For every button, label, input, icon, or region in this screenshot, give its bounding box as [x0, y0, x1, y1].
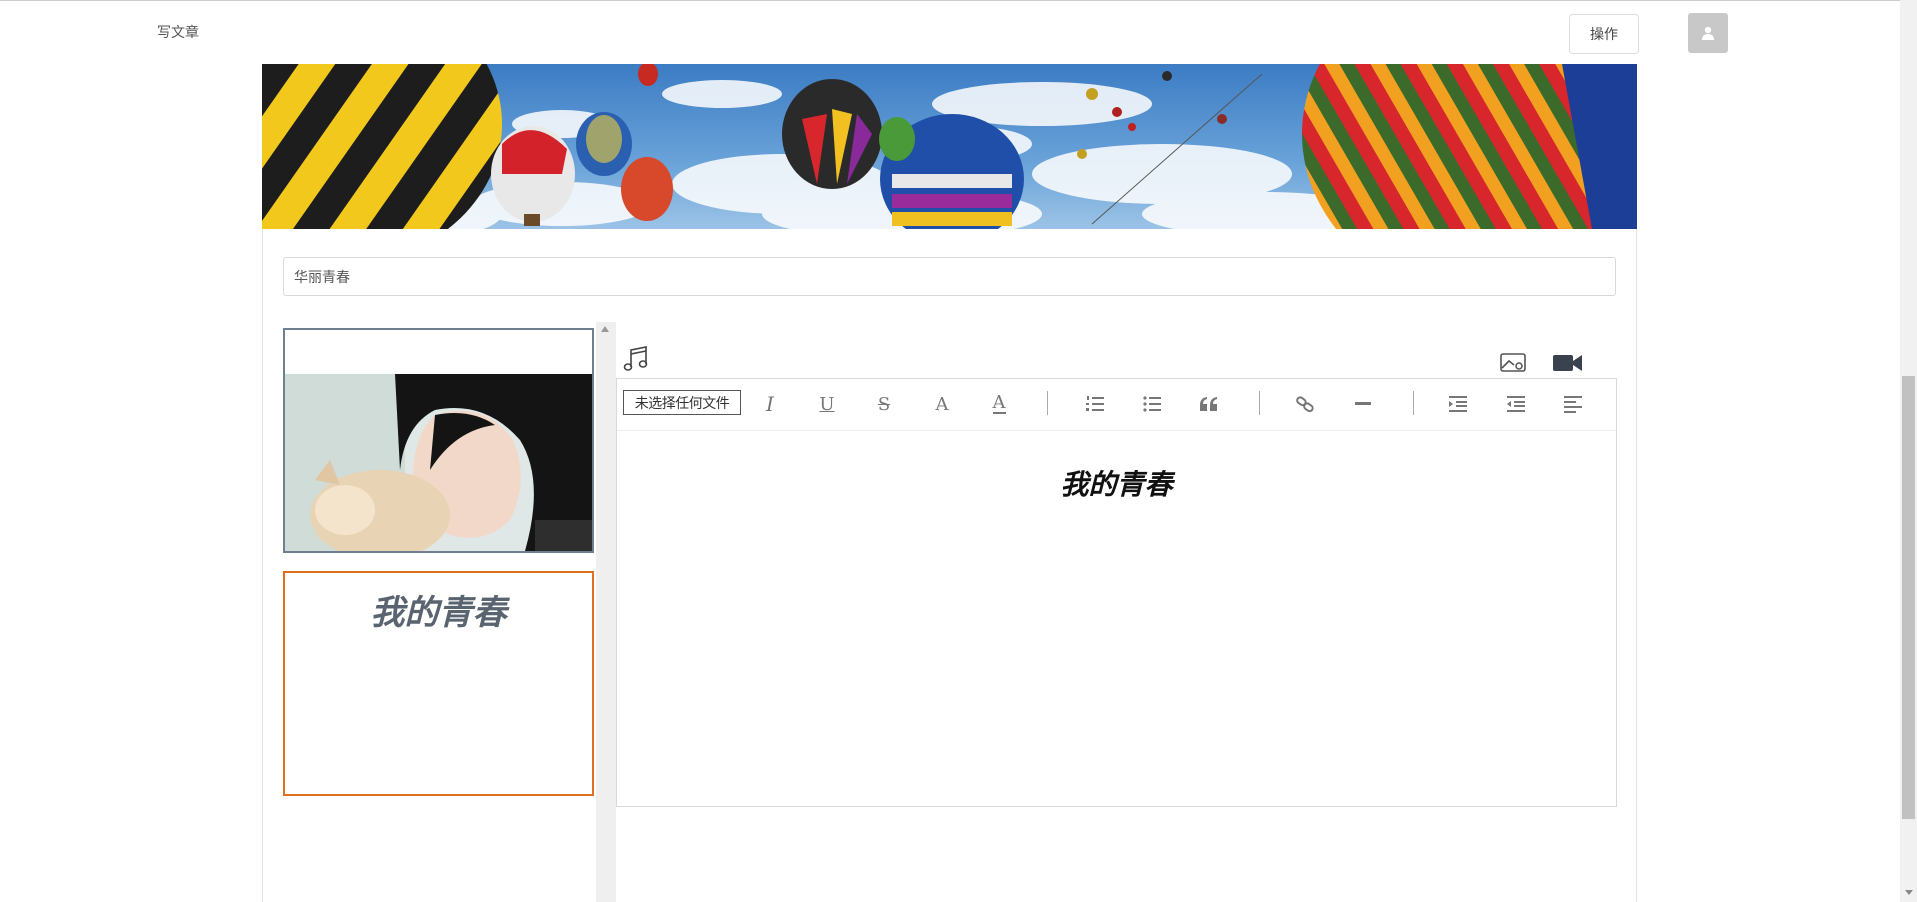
font-color-icon[interactable]: A: [984, 389, 1014, 419]
indent-icon[interactable]: [1443, 389, 1473, 419]
operate-button[interactable]: 操作: [1569, 14, 1639, 54]
header-banner: [262, 64, 1637, 229]
underline-icon[interactable]: U: [812, 389, 842, 419]
text-card[interactable]: 我的青春: [283, 571, 594, 796]
italic-icon[interactable]: I: [755, 389, 785, 419]
editor-toolbar: 未选择任何文件 I U S A A: [617, 379, 1616, 431]
page-title: 写文章: [157, 25, 199, 41]
scroll-down-arrow-icon[interactable]: [1905, 890, 1913, 895]
video-icon[interactable]: [1552, 352, 1584, 374]
align-left-icon[interactable]: [1558, 389, 1588, 419]
top-border: [0, 0, 1917, 1]
toolbar-separator: [1259, 391, 1260, 415]
rich-text-editor[interactable]: 未选择任何文件 I U S A A 我的青春: [616, 378, 1617, 807]
page-scrollbar-thumb[interactable]: [1902, 376, 1915, 819]
thumbnail-scrollbar[interactable]: [596, 322, 616, 902]
outdent-icon[interactable]: [1501, 389, 1531, 419]
content-heading[interactable]: 我的青春: [617, 463, 1616, 503]
hot-air-balloons-banner: [262, 64, 1637, 229]
image-icon[interactable]: [1499, 351, 1527, 375]
toolbar-separator: [1413, 391, 1414, 415]
quote-icon[interactable]: [1194, 389, 1224, 419]
photo-thumbnail: [285, 330, 592, 551]
avatar[interactable]: [1688, 13, 1728, 53]
ordered-list-icon[interactable]: [1080, 389, 1110, 419]
toolbar-separator: [1047, 391, 1048, 415]
music-icon[interactable]: [622, 345, 652, 373]
font-icon[interactable]: A: [927, 389, 957, 419]
text-card-heading: 我的青春: [370, 593, 507, 633]
file-input[interactable]: 未选择任何文件: [623, 390, 741, 415]
horizontal-rule-icon[interactable]: [1348, 389, 1378, 419]
cover-image-card[interactable]: [283, 328, 594, 553]
article-title-input[interactable]: [283, 257, 1616, 296]
scroll-up-arrow-icon[interactable]: [601, 326, 609, 332]
unordered-list-icon[interactable]: [1137, 389, 1167, 419]
strikethrough-icon[interactable]: S: [869, 389, 899, 419]
link-icon[interactable]: [1290, 389, 1320, 419]
user-icon: [1702, 26, 1714, 40]
